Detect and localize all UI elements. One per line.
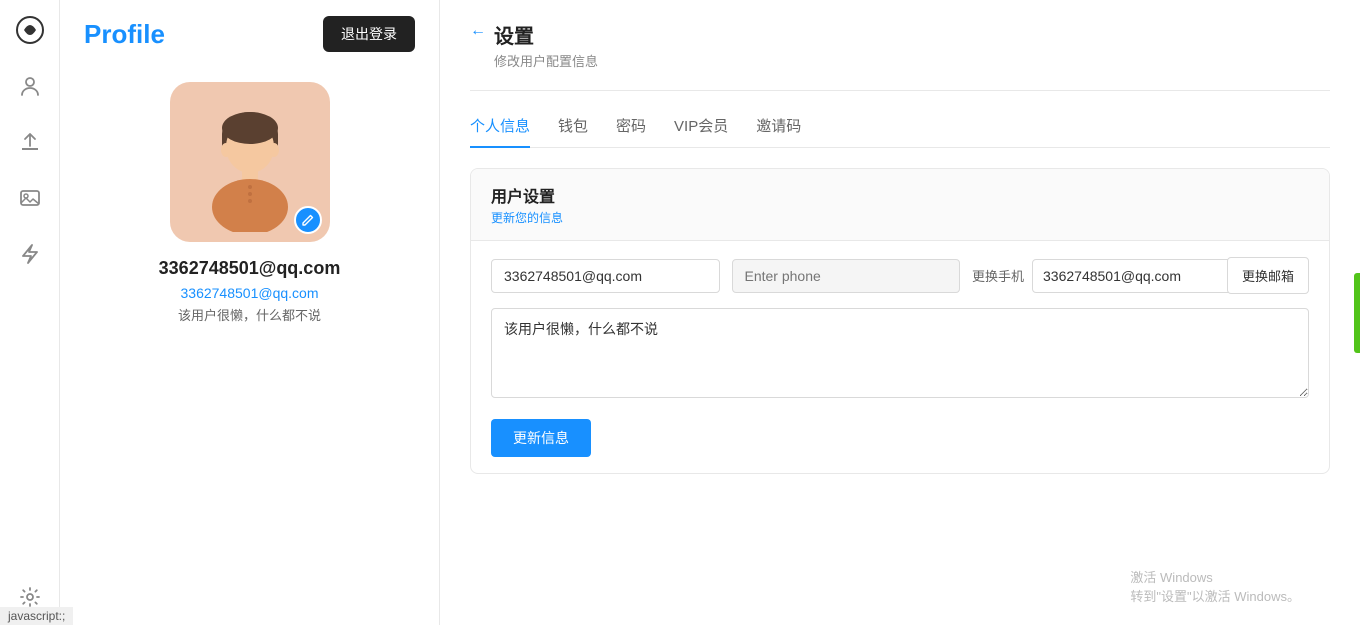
logout-button[interactable]: 退出登录 bbox=[323, 16, 415, 52]
email-input[interactable] bbox=[491, 259, 720, 293]
lightning-icon[interactable] bbox=[12, 236, 48, 272]
fields-row-top: 更换手机 更换邮箱 bbox=[491, 257, 1309, 294]
upload-icon[interactable] bbox=[12, 124, 48, 160]
windows-line1: 激活 Windows bbox=[1130, 567, 1300, 586]
person-icon[interactable] bbox=[12, 68, 48, 104]
update-button[interactable]: 更新信息 bbox=[491, 419, 591, 457]
avatar-edit-badge[interactable] bbox=[294, 206, 322, 234]
back-arrow[interactable]: ← bbox=[470, 22, 486, 40]
page-title: 设置 bbox=[494, 20, 598, 49]
tab-invite[interactable]: 邀请码 bbox=[756, 107, 801, 148]
settings-card-subtitle: 更新您的信息 bbox=[491, 209, 1309, 226]
header-divider bbox=[470, 90, 1330, 91]
tab-personal-info[interactable]: 个人信息 bbox=[470, 107, 530, 148]
settings-card-body: 更换手机 更换邮箱 该用户很懒，什么都不说 更新信息 bbox=[471, 241, 1329, 473]
tab-password[interactable]: 密码 bbox=[616, 107, 646, 148]
bio-textarea[interactable]: 该用户很懒，什么都不说 bbox=[491, 308, 1309, 398]
user-email-main: 3362748501@qq.com bbox=[159, 258, 341, 279]
tab-vip[interactable]: VIP会员 bbox=[674, 107, 728, 148]
scroll-indicator bbox=[1354, 273, 1360, 353]
tab-wallet[interactable]: 钱包 bbox=[558, 107, 588, 148]
user-bio: 该用户很懒，什么都不说 bbox=[178, 305, 321, 324]
settings-card-header: 用户设置 更新您的信息 bbox=[471, 169, 1329, 241]
gallery-icon[interactable] bbox=[12, 180, 48, 216]
windows-line2: 转到"设置"以激活 Windows。 bbox=[1130, 586, 1300, 605]
sidebar: Profile 退出登录 bbox=[60, 0, 440, 625]
settings-card: 用户设置 更新您的信息 更换手机 更换邮箱 该用户很懒，什么都不说 更新信息 bbox=[470, 168, 1330, 474]
settings-card-title: 用户设置 bbox=[491, 183, 1309, 207]
change-phone-group: 更换手机 bbox=[972, 259, 1215, 293]
change-phone-input[interactable] bbox=[1032, 259, 1235, 293]
page-header: ← 设置 修改用户配置信息 bbox=[470, 20, 1330, 70]
logo-icon bbox=[12, 12, 48, 48]
page-subtitle: 修改用户配置信息 bbox=[494, 51, 598, 70]
icon-rail bbox=[0, 0, 60, 625]
windows-watermark: 激活 Windows 转到"设置"以激活 Windows。 bbox=[1130, 567, 1300, 605]
phone-input[interactable] bbox=[732, 259, 961, 293]
user-email-sub: 3362748501@qq.com bbox=[181, 285, 319, 301]
status-text: javascript:; bbox=[8, 609, 65, 623]
change-email-button[interactable]: 更换邮箱 bbox=[1227, 257, 1309, 294]
avatar-wrapper bbox=[170, 82, 330, 242]
sidebar-header: Profile 退出登录 bbox=[84, 16, 415, 52]
tabs: 个人信息 钱包 密码 VIP会员 邀请码 bbox=[470, 107, 1330, 148]
change-phone-label: 更换手机 bbox=[972, 266, 1024, 285]
sidebar-title: Profile bbox=[84, 19, 165, 50]
status-bar: javascript:; bbox=[0, 607, 73, 625]
main-content: ← 设置 修改用户配置信息 个人信息 钱包 密码 VIP会员 邀请码 用户设置 … bbox=[440, 0, 1360, 625]
